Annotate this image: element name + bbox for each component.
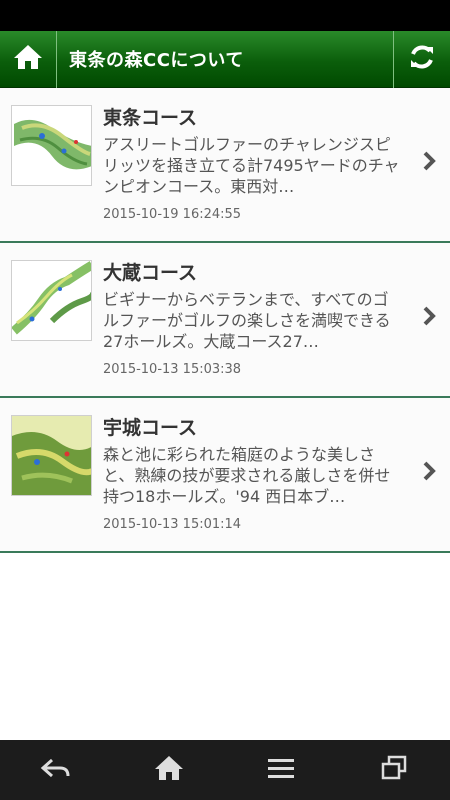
course-title: 大蔵コース <box>103 262 198 284</box>
list-item[interactable]: 東条コース アスリートゴルファーのチャレンジスピリッツを掻き立てる計7495ヤー… <box>0 88 450 243</box>
back-icon <box>40 756 72 784</box>
course-title: 東条コース <box>103 107 198 129</box>
page-title: 東条の森CCについて <box>69 50 244 71</box>
course-map-thumbnail <box>11 105 92 186</box>
course-description: アスリートゴルファーのチャレンジスピリッツを掻き立てる計7495ヤードのチャンピ… <box>103 135 400 196</box>
back-button[interactable] <box>26 740 86 800</box>
course-description: 森と池に彩られた箱庭のような美しさと、熟練の技が要求される厳しさを併せ持つ18ホ… <box>103 445 391 506</box>
home-button[interactable] <box>0 30 57 88</box>
recent-apps-icon <box>380 755 408 785</box>
chevron-right-icon <box>422 150 436 176</box>
refresh-button[interactable] <box>393 30 450 88</box>
chevron-right-icon <box>422 460 436 486</box>
menu-icon <box>267 757 295 783</box>
app-header: 東条の森CCについて <box>0 30 450 88</box>
course-date: 2015-10-13 15:03:38 <box>103 362 242 377</box>
course-date: 2015-10-19 16:24:55 <box>103 207 242 222</box>
course-map-thumbnail <box>11 260 92 341</box>
refresh-icon <box>409 44 435 74</box>
menu-button[interactable] <box>251 740 311 800</box>
home-icon <box>154 754 184 786</box>
list-item[interactable]: 大蔵コース ビギナーからベテランまで、すべてのゴルファーがゴルフの楽しさを満喫で… <box>0 243 450 398</box>
system-nav-bar <box>0 740 450 800</box>
course-map-thumbnail <box>11 415 92 496</box>
home-icon <box>13 43 43 75</box>
course-title: 宇城コース <box>103 417 198 439</box>
status-bar <box>0 0 450 31</box>
list-item[interactable]: 宇城コース 森と池に彩られた箱庭のような美しさと、熟練の技が要求される厳しさを併… <box>0 398 450 553</box>
course-list: 東条コース アスリートゴルファーのチャレンジスピリッツを掻き立てる計7495ヤー… <box>0 88 450 553</box>
nav-home-button[interactable] <box>139 740 199 800</box>
course-date: 2015-10-13 15:01:14 <box>103 517 242 532</box>
recent-apps-button[interactable] <box>364 740 424 800</box>
chevron-right-icon <box>422 305 436 331</box>
course-description: ビギナーからベテランまで、すべてのゴルファーがゴルフの楽しさを満喫できる27ホー… <box>103 290 391 351</box>
